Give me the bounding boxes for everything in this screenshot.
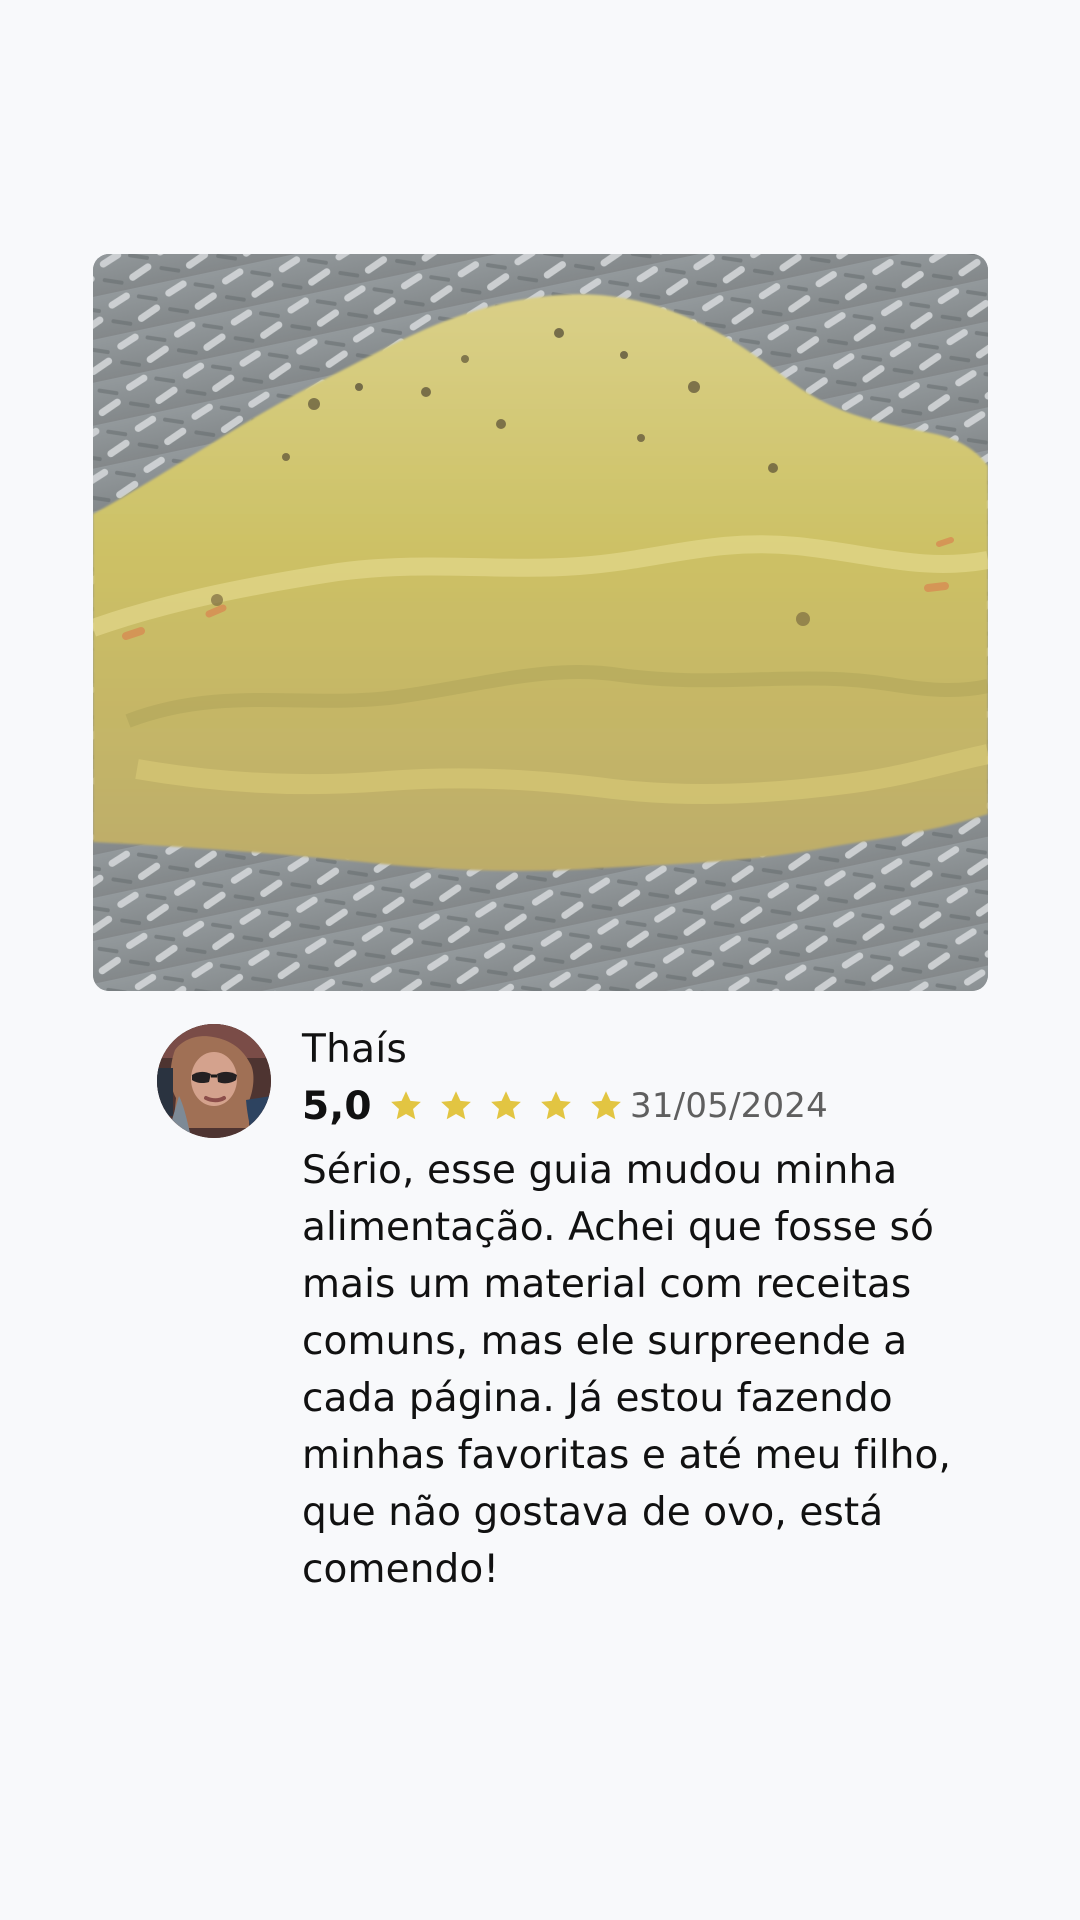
avatar-photo: [157, 1024, 271, 1138]
star-icon: [441, 1091, 471, 1120]
review-photo[interactable]: [93, 254, 988, 991]
star-icon: [391, 1091, 421, 1120]
review-date: 31/05/2024: [630, 1086, 828, 1126]
star-icon: [591, 1091, 621, 1120]
star-icon: [541, 1091, 571, 1120]
food-photo-image: [93, 254, 988, 991]
review-text: Sério, esse guia mudou minha alimentação…: [302, 1148, 951, 1592]
review-card: Thaís 5,0 31/05/2024 Sério, esse guia mu…: [0, 0, 1080, 1920]
star-icon: [491, 1091, 521, 1120]
review-content: Thaís 5,0 31/05/2024 Sério, esse guia mu…: [302, 1024, 992, 1598]
rating-value: 5,0: [302, 1083, 372, 1129]
rating-stars: [388, 1088, 624, 1124]
reviewer-avatar[interactable]: [157, 1024, 271, 1138]
rating-row: 5,0 31/05/2024: [302, 1078, 992, 1134]
reviewer-name: Thaís: [302, 1027, 408, 1072]
